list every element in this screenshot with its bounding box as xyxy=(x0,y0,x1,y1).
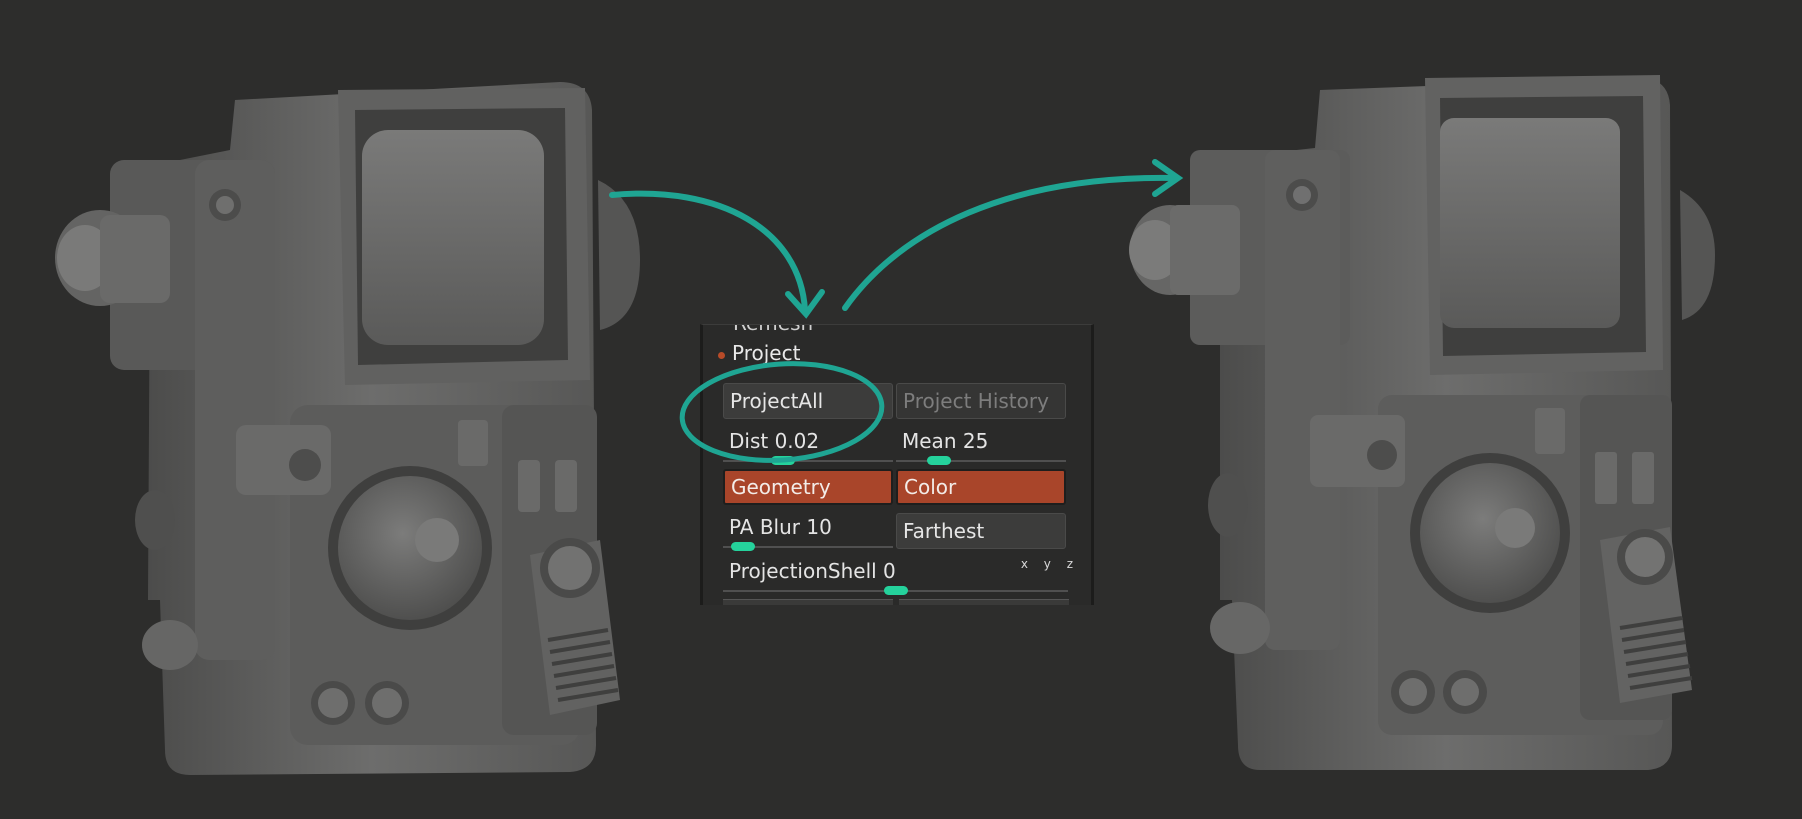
pa-blur-value: 10 xyxy=(806,515,832,539)
right-device-model xyxy=(1129,75,1715,770)
projection-shell-label: ProjectionShell xyxy=(729,559,877,583)
projection-shell-knob[interactable] xyxy=(883,586,908,595)
pa-blur-slider[interactable]: PA Blur 10 xyxy=(723,515,893,551)
project-section-header[interactable]: Project xyxy=(703,339,1091,369)
xyz-axis-toggle[interactable]: x y z xyxy=(1021,557,1079,571)
next-row-button-left[interactable] xyxy=(723,599,893,605)
dist-label: Dist xyxy=(729,429,769,453)
project-history-button[interactable]: Project History xyxy=(896,383,1066,419)
dist-slider[interactable]: Dist 0.02 xyxy=(723,429,893,465)
farthest-toggle[interactable]: Farthest xyxy=(896,513,1066,549)
remesh-section-title: Remesh xyxy=(733,325,813,335)
next-row-button-right[interactable] xyxy=(899,599,1069,605)
pa-blur-label: PA Blur xyxy=(729,515,800,539)
pa-blur-knob[interactable] xyxy=(731,542,756,551)
mean-slider[interactable]: Mean 25 xyxy=(896,429,1066,465)
mean-label: Mean xyxy=(902,429,957,453)
project-all-button[interactable]: ProjectAll xyxy=(723,383,893,419)
mean-knob[interactable] xyxy=(926,456,951,465)
arrow-panel-to-right xyxy=(842,159,1184,311)
color-toggle[interactable]: Color xyxy=(896,469,1066,505)
dist-knob[interactable] xyxy=(770,456,795,465)
projection-shell-value: 0 xyxy=(883,559,896,583)
left-device-model xyxy=(55,82,640,775)
project-section-title: Project xyxy=(732,341,801,365)
arrow-left-to-panel xyxy=(609,190,825,319)
project-panel: Remesh Project ProjectAll Project Histor… xyxy=(700,324,1094,605)
dist-value: 0.02 xyxy=(774,429,820,453)
dist-track xyxy=(723,460,893,462)
geometry-toggle[interactable]: Geometry xyxy=(723,469,893,505)
projection-shell-slider[interactable]: ProjectionShell 0 xyxy=(723,559,1068,595)
section-dot-icon xyxy=(718,352,725,359)
mean-value: 25 xyxy=(962,429,989,453)
mean-track xyxy=(896,460,1066,462)
